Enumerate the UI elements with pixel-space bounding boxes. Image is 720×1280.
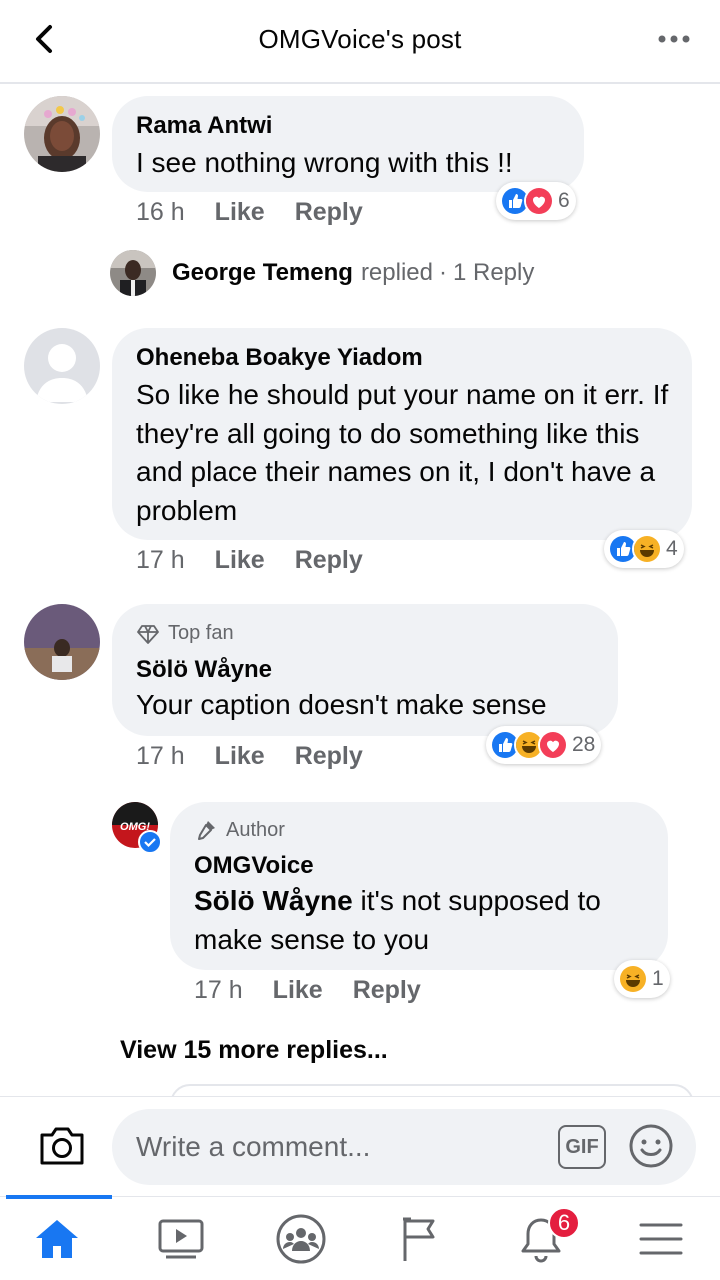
reaction-count: 28 <box>572 733 596 756</box>
commenter-name[interactable]: Sölö Wåyne <box>136 656 272 684</box>
badge-label: Top fan <box>168 622 234 644</box>
tab-video[interactable] <box>126 1197 236 1280</box>
reply-button[interactable]: Reply <box>353 976 421 1004</box>
gif-label: GIF <box>565 1135 599 1158</box>
comment-actions: 17 h Like Reply <box>136 742 393 771</box>
home-icon <box>36 1220 78 1258</box>
comment-text: Your caption doesn't make sense <box>136 689 547 720</box>
avatar[interactable] <box>24 328 100 404</box>
commenter-name[interactable]: Rama Antwi <box>136 112 272 140</box>
reactions-summary[interactable]: 28 <box>486 726 602 764</box>
reaction-count: 6 <box>558 189 570 212</box>
reply-count: 1 Reply <box>452 259 535 286</box>
comment-actions: 16 h Like Reply <box>136 198 393 227</box>
author-badge: Author <box>194 818 285 842</box>
video-icon <box>158 1219 204 1259</box>
microphone-icon <box>198 821 215 840</box>
reply-button[interactable]: Reply <box>295 198 363 226</box>
comment-time: 16 h <box>136 198 185 226</box>
tab-pages[interactable] <box>366 1197 476 1280</box>
page-title: OMGVoice's post <box>258 24 462 54</box>
separator-dot: · <box>438 259 447 286</box>
reactions-summary[interactable]: 6 <box>496 182 576 220</box>
avatar[interactable] <box>24 604 100 680</box>
avatar <box>110 250 156 296</box>
comment-time: 17 h <box>194 976 243 1004</box>
gif-button[interactable]: GIF <box>558 1125 606 1169</box>
bottom-tab-bar: 6 <box>0 1195 720 1280</box>
like-button[interactable]: Like <box>273 976 323 1004</box>
haha-reaction-icon <box>632 534 662 564</box>
avatar[interactable] <box>24 96 100 172</box>
reply-button[interactable]: Reply <box>295 742 363 770</box>
comment-composer: GIF <box>0 1096 720 1196</box>
commenter-name[interactable]: OMGVoice <box>194 852 314 880</box>
comment-input-box[interactable]: GIF <box>112 1109 696 1185</box>
mentioned-user[interactable]: Sölö Wåyne <box>194 885 353 916</box>
verified-badge-icon <box>138 830 162 854</box>
camera-icon[interactable] <box>36 1121 88 1169</box>
badge-label: Author <box>226 818 285 841</box>
comment-text: Sölö Wåyne it's not supposed to make sen… <box>194 882 654 959</box>
like-button[interactable]: Like <box>215 742 265 770</box>
haha-reaction-icon <box>618 964 648 994</box>
pages-flag-icon <box>403 1217 435 1261</box>
reply-button[interactable]: Reply <box>295 546 363 574</box>
comment-time: 17 h <box>136 546 185 574</box>
comment-text: So like he should put your name on it er… <box>136 379 669 526</box>
like-button[interactable]: Like <box>215 198 265 226</box>
love-reaction-icon <box>524 186 554 216</box>
love-reaction-icon <box>538 730 568 760</box>
comment-actions: 17 h Like Reply <box>136 546 393 575</box>
tab-menu[interactable] <box>606 1197 716 1280</box>
top-fan-badge: Top fan <box>136 622 234 645</box>
like-button[interactable]: Like <box>215 546 265 574</box>
tab-notifications[interactable]: 6 <box>486 1197 596 1280</box>
menu-icon <box>639 1223 683 1255</box>
diamond-icon <box>137 624 159 644</box>
groups-icon <box>276 1214 326 1264</box>
reaction-count: 1 <box>652 967 664 990</box>
reaction-count: 4 <box>666 537 678 560</box>
avatar[interactable]: OMG! <box>112 802 162 854</box>
top-bar: OMGVoice's post <box>0 0 720 84</box>
comment-input[interactable] <box>136 1127 536 1167</box>
comment-actions: 17 h Like Reply <box>194 976 451 1005</box>
view-more-replies-link[interactable]: View 15 more replies... <box>120 1036 388 1065</box>
notifications-count-badge: 6 <box>548 1207 580 1239</box>
reactions-summary[interactable]: 4 <box>604 530 684 568</box>
reactions-summary[interactable]: 1 <box>614 960 670 998</box>
emoji-icon[interactable] <box>628 1123 674 1169</box>
more-options-icon[interactable] <box>654 26 694 52</box>
comment-text: I see nothing wrong with this !! <box>136 147 513 178</box>
comment-time: 17 h <box>136 742 185 770</box>
replies-summary[interactable]: George Temeng replied · 1 Reply <box>110 250 534 296</box>
replier-name: George Temeng <box>172 259 353 286</box>
replied-label: replied <box>360 259 433 286</box>
tab-groups[interactable] <box>246 1197 356 1280</box>
tab-home[interactable] <box>2 1195 112 1280</box>
commenter-name[interactable]: Oheneba Boakye Yiadom <box>136 344 423 372</box>
